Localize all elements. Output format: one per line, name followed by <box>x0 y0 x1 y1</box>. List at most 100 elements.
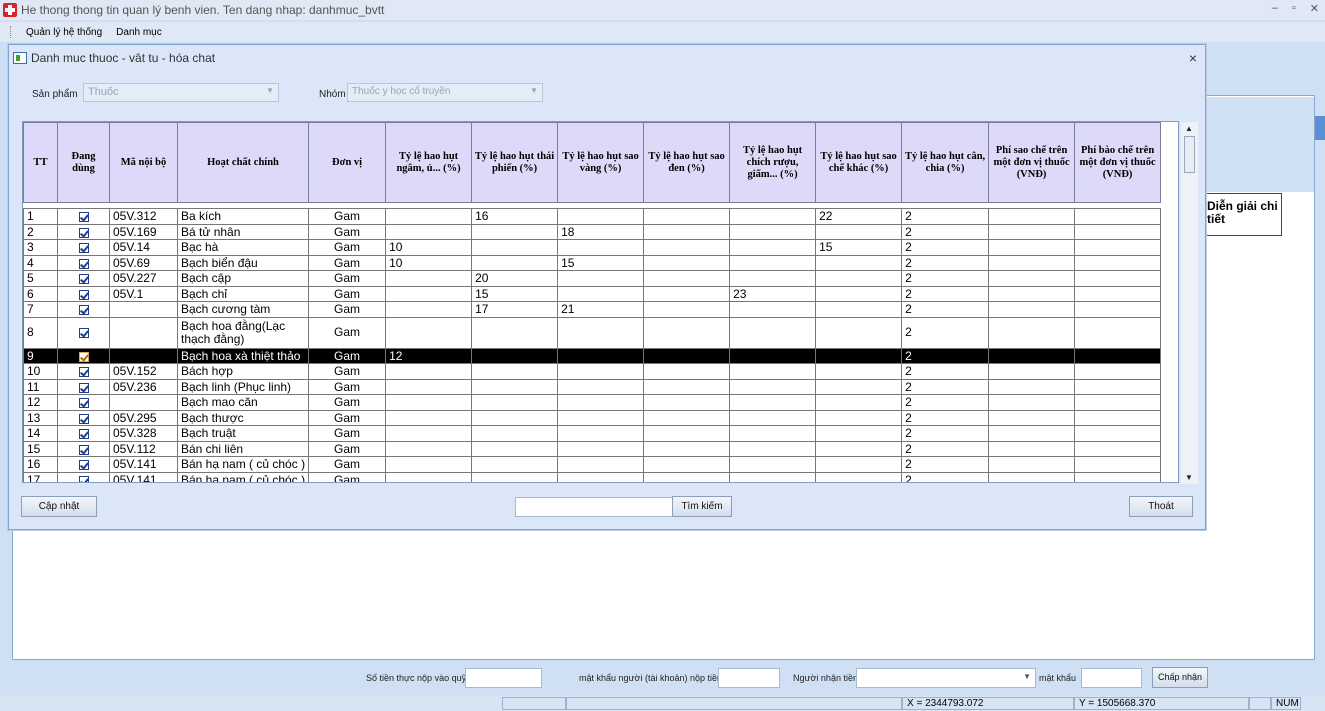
column-header[interactable]: Mã nội bộ <box>109 122 178 203</box>
cell-chich[interactable] <box>729 316 817 349</box>
in-use-checkbox-cell[interactable] <box>57 363 110 380</box>
cell-name[interactable]: Bạch hoa đằng(Lạc thạch đằng) <box>176 316 310 349</box>
close-icon[interactable]: ✕ <box>1310 2 1319 15</box>
cell-chich[interactable] <box>729 208 817 225</box>
product-select[interactable]: Thuốc ▼ <box>83 83 279 102</box>
checkbox-checked-icon[interactable] <box>78 382 89 393</box>
cell-unit[interactable]: Gam <box>308 208 387 225</box>
cell-vang[interactable] <box>557 285 645 302</box>
cell-chich[interactable] <box>729 301 817 318</box>
cell-phi_sao[interactable] <box>988 409 1076 426</box>
column-header[interactable]: Phí bào chế trên một đơn vị thuốc (VNĐ) <box>1074 122 1162 203</box>
cell-phi_bao[interactable] <box>1074 316 1162 349</box>
cell-den[interactable] <box>643 347 731 364</box>
table-row[interactable]: 12 Bạch mao căn Gam 2 <box>23 394 1162 411</box>
cell-unit[interactable]: Gam <box>308 363 387 380</box>
cell-phi_sao[interactable] <box>988 270 1076 287</box>
in-use-checkbox-cell[interactable] <box>57 254 110 271</box>
cell-can[interactable]: 2 <box>901 316 990 349</box>
cell-vang[interactable] <box>557 316 645 349</box>
cell-ngam[interactable]: 10 <box>385 239 473 256</box>
group-select[interactable]: Thuốc y học cổ truyền ▼ <box>347 83 543 102</box>
cell-phi_bao[interactable] <box>1074 254 1162 271</box>
cell-chich[interactable] <box>729 378 817 395</box>
cell-tt[interactable]: 17 <box>23 471 58 482</box>
cell-code[interactable] <box>109 394 178 411</box>
cell-can[interactable]: 2 <box>901 363 990 380</box>
cell-tt[interactable]: 9 <box>23 347 58 364</box>
cell-den[interactable] <box>643 409 731 426</box>
cell-unit[interactable]: Gam <box>308 394 387 411</box>
cell-tt[interactable]: 3 <box>23 239 58 256</box>
cell-vang[interactable] <box>557 471 645 482</box>
cell-phi_sao[interactable] <box>988 363 1076 380</box>
cell-code[interactable]: 05V.328 <box>109 425 178 442</box>
cell-vang[interactable] <box>557 363 645 380</box>
cell-khac[interactable] <box>815 378 903 395</box>
dialog-close-icon[interactable]: × <box>1189 50 1197 66</box>
checkbox-checked-icon[interactable] <box>78 327 89 338</box>
cell-name[interactable]: Bạch mao căn <box>176 394 310 411</box>
checkbox-checked-icon[interactable] <box>78 305 89 316</box>
table-row[interactable]: 1 05V.312 Ba kích Gam 16 22 2 <box>23 208 1162 225</box>
cell-khac[interactable] <box>815 471 903 482</box>
cell-can[interactable]: 2 <box>901 409 990 426</box>
in-use-checkbox-cell[interactable] <box>57 223 110 240</box>
column-header[interactable]: Đơn vị <box>308 122 387 203</box>
detail-button[interactable]: Diễn giải chi tiết <box>1200 193 1282 236</box>
cell-phi_bao[interactable] <box>1074 285 1162 302</box>
cell-phi_sao[interactable] <box>988 456 1076 473</box>
cell-den[interactable] <box>643 456 731 473</box>
cell-tt[interactable]: 16 <box>23 456 58 473</box>
scroll-thumb[interactable] <box>1184 136 1195 173</box>
cell-name[interactable]: Bạch biển đậu <box>176 254 310 271</box>
cell-name[interactable]: Bạch linh (Phục linh) <box>176 378 310 395</box>
checkbox-checked-icon[interactable] <box>78 289 89 300</box>
menu-system[interactable]: Quản lý hệ thống <box>26 27 102 38</box>
cell-den[interactable] <box>643 239 731 256</box>
cell-den[interactable] <box>643 394 731 411</box>
cell-chich[interactable] <box>729 254 817 271</box>
cell-ngam[interactable] <box>385 285 473 302</box>
cell-khac[interactable]: 15 <box>815 239 903 256</box>
checkbox-checked-icon[interactable] <box>78 212 89 223</box>
table-row[interactable]: 8 Bạch hoa đằng(Lạc thạch đằng) Gam 2 <box>23 316 1162 349</box>
cell-phi_bao[interactable] <box>1074 270 1162 287</box>
cell-tt[interactable]: 14 <box>23 425 58 442</box>
cell-vang[interactable] <box>557 425 645 442</box>
in-use-checkbox-cell[interactable] <box>57 270 110 287</box>
cell-ngam[interactable] <box>385 456 473 473</box>
cell-tt[interactable]: 12 <box>23 394 58 411</box>
cell-chich[interactable]: 23 <box>729 285 817 302</box>
cell-tt[interactable]: 13 <box>23 409 58 426</box>
table-row[interactable]: 3 05V.14 Bạc hà Gam 10 15 2 <box>23 239 1162 256</box>
table-row[interactable]: 15 05V.112 Bán chi liên Gam 2 <box>23 440 1162 457</box>
in-use-checkbox-cell[interactable] <box>57 394 110 411</box>
in-use-checkbox-cell[interactable] <box>57 425 110 442</box>
cell-phi_sao[interactable] <box>988 223 1076 240</box>
cell-khac[interactable]: 22 <box>815 208 903 225</box>
cell-den[interactable] <box>643 316 731 349</box>
menu-catalog[interactable]: Danh mục <box>116 27 162 38</box>
column-header[interactable]: Tỷ lệ hao hụt sao chế khác (%) <box>815 122 903 203</box>
table-row[interactable]: 13 05V.295 Bạch thược Gam 2 <box>23 409 1162 426</box>
cell-phi_bao[interactable] <box>1074 363 1162 380</box>
cell-phi_sao[interactable] <box>988 378 1076 395</box>
cell-den[interactable] <box>643 440 731 457</box>
cell-can[interactable]: 2 <box>901 239 990 256</box>
cell-khac[interactable] <box>815 409 903 426</box>
payer-password-input[interactable] <box>718 668 780 688</box>
cell-chich[interactable] <box>729 363 817 380</box>
table-row[interactable]: 10 05V.152 Bách hợp Gam 2 <box>23 363 1162 380</box>
cell-code[interactable]: 05V.236 <box>109 378 178 395</box>
cell-phi_bao[interactable] <box>1074 223 1162 240</box>
cell-phi_sao[interactable] <box>988 316 1076 349</box>
column-header[interactable]: Hoạt chất chính <box>176 122 310 203</box>
cell-thai[interactable] <box>471 394 559 411</box>
cell-den[interactable] <box>643 471 731 482</box>
cell-vang[interactable] <box>557 394 645 411</box>
cell-thai[interactable] <box>471 456 559 473</box>
cell-name[interactable]: Ba kích <box>176 208 310 225</box>
cell-name[interactable]: Bạc hà <box>176 239 310 256</box>
cell-tt[interactable]: 15 <box>23 440 58 457</box>
